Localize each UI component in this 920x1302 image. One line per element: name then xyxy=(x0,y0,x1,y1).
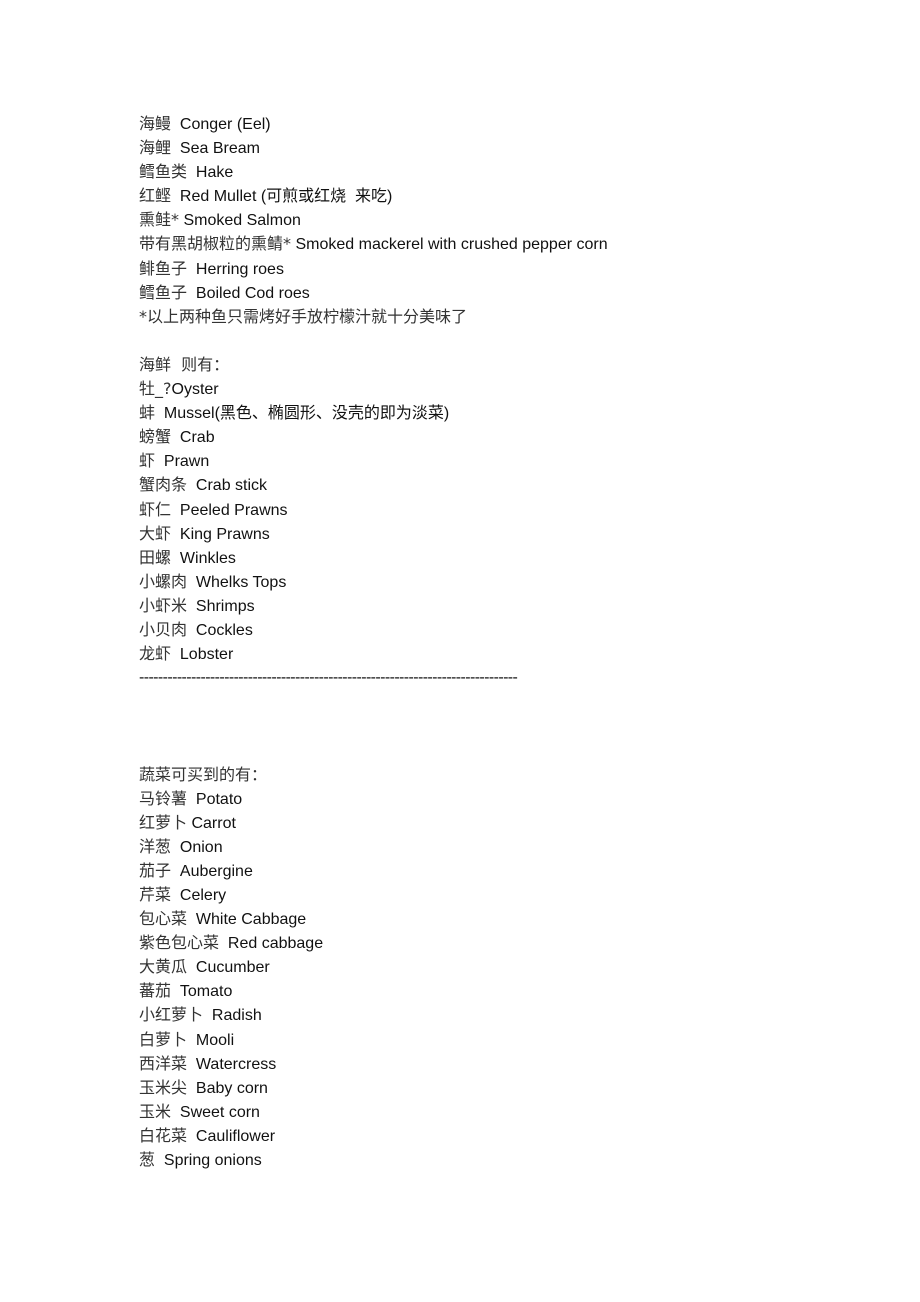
section-heading: 蔬菜可买到的有： xyxy=(139,764,268,784)
list-item: 大黄瓜 Cucumber xyxy=(139,957,270,977)
list-item: 鲱鱼子 Herring roes xyxy=(139,258,284,278)
footnote: *以上两种鱼只需烤好手放柠檬汁就十分美味了 xyxy=(139,306,468,326)
list-item: 洋葱 Onion xyxy=(139,836,223,856)
list-item: 葱 Spring onions xyxy=(139,1150,262,1170)
list-item: 蚌 Mussel(黑色、椭圆形、没壳的即为淡菜) xyxy=(139,403,450,423)
list-item: 海鲤 Sea Bream xyxy=(139,138,260,158)
list-item: 螃蟹 Crab xyxy=(139,427,215,447)
list-item: 白花菜 Cauliflower xyxy=(139,1125,276,1145)
list-item: 小螺肉 Whelks Tops xyxy=(139,571,287,591)
list-item: 田螺 Winkles xyxy=(139,547,236,567)
list-item: 小贝肉 Cockles xyxy=(139,619,253,639)
list-item: 虾 Prawn xyxy=(139,451,210,471)
fish-section: 海鳗 Conger (Eel) 海鲤 Sea Bream 鳕鱼类 Hake 红鲣… xyxy=(139,112,839,329)
list-item: 大虾 King Prawns xyxy=(139,523,270,543)
vegetables-section: 蔬菜可买到的有： 马铃薯 Potato 红萝卜 Carrot 洋葱 Onion … xyxy=(139,763,839,1173)
list-item: 蕃茄 Tomato xyxy=(139,981,233,1001)
list-item: 茄子 Aubergine xyxy=(139,860,253,880)
list-item: 小红萝卜 Radish xyxy=(139,1005,262,1025)
list-item: 鳕鱼子 Boiled Cod roes xyxy=(139,282,310,302)
seafood-section: 海鲜 则有： 牡_?Oyster 蚌 Mussel(黑色、椭圆形、没壳的即为淡菜… xyxy=(139,353,839,666)
list-item: 白萝卜 Mooli xyxy=(139,1029,235,1049)
list-item: 玉米尖 Baby corn xyxy=(139,1077,268,1097)
divider-line: ----------------------------------------… xyxy=(139,669,518,687)
list-item: 芹菜 Celery xyxy=(139,885,227,904)
list-item: 紫色包心菜 Red cabbage xyxy=(139,933,324,953)
list-item: 红鲣 Red Mullet (可煎或红烧 来吃) xyxy=(139,186,393,206)
list-item: 带有黑胡椒粒的熏鲭* Smoked mackerel with crushed … xyxy=(139,234,608,254)
list-item: 包心菜 White Cabbage xyxy=(139,909,307,929)
list-item: 蟹肉条 Crab stick xyxy=(139,475,268,495)
list-item: 牡_?Oyster xyxy=(139,379,219,399)
document-page: 海鳗 Conger (Eel) 海鲤 Sea Bream 鳕鱼类 Hake 红鲣… xyxy=(139,112,839,1172)
list-item: 小虾米 Shrimps xyxy=(139,595,255,615)
section-heading: 海鲜 则有： xyxy=(139,354,230,374)
list-item: 西洋菜 Watercress xyxy=(139,1053,277,1073)
list-item: 熏鲑* Smoked Salmon xyxy=(139,210,301,230)
list-item: 红萝卜 Carrot xyxy=(139,812,236,832)
list-item: 鳕鱼类 Hake xyxy=(139,162,234,182)
list-item: 海鳗 Conger (Eel) xyxy=(139,114,271,133)
list-item: 玉米 Sweet corn xyxy=(139,1101,260,1121)
list-item: 马铃薯 Potato xyxy=(139,788,243,808)
list-item: 龙虾 Lobster xyxy=(139,644,234,664)
list-item: 虾仁 Peeled Prawns xyxy=(139,499,288,519)
